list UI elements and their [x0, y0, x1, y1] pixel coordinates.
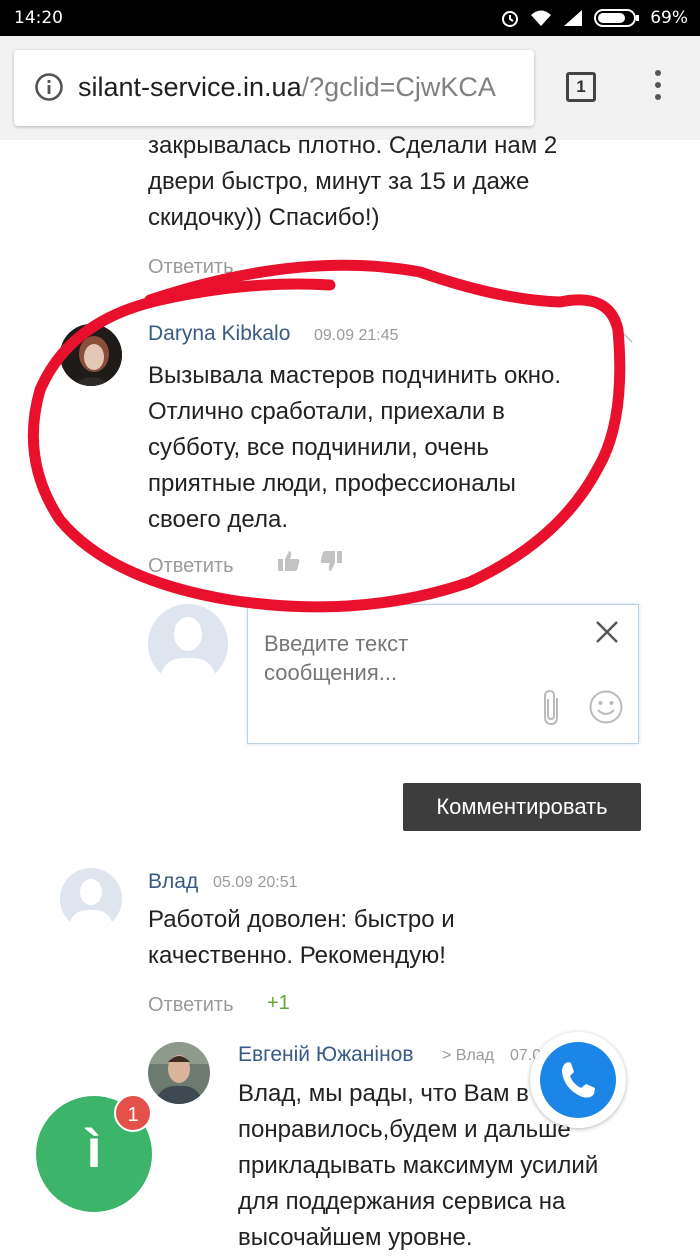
text-line: приятные люди, профессионалы [148, 470, 516, 497]
text-line: скидочку)) Спасибо!) [148, 204, 380, 231]
comment-date: 09.09 21:45 [314, 327, 399, 344]
placeholder-line: Введите текст [264, 631, 409, 656]
status-bar: 14:20 69% [0, 0, 700, 36]
text-line: Отлично сработали, приехали в [148, 398, 505, 425]
comment-author[interactable]: Евгеній Южанінов [238, 1043, 414, 1067]
avatar[interactable] [148, 1042, 210, 1104]
comment-body: Вызывала мастеров подчинить окно. Отличн… [148, 358, 561, 538]
text-line: для поддержания сервиса на [238, 1188, 566, 1215]
thumbs-up-icon[interactable] [276, 548, 302, 574]
close-icon[interactable] [594, 619, 620, 645]
collapse-icon[interactable] [614, 330, 634, 344]
signal-icon [564, 10, 583, 26]
tab-switcher-button[interactable]: 1 [566, 72, 596, 102]
call-button[interactable] [530, 1032, 626, 1128]
vote-count: +1 [267, 992, 290, 1014]
url-domain: silant-service.in.ua [78, 72, 302, 102]
call-button-face [540, 1042, 616, 1118]
avatar-photo [148, 1042, 210, 1104]
placeholder-line: сообщения... [264, 660, 398, 685]
reply-link[interactable]: Ответить [148, 994, 234, 1017]
prev-comment-body: закрывалась плотно. Сделали нам 2 двери … [148, 128, 557, 236]
avatar[interactable] [60, 868, 122, 930]
battery-icon [594, 9, 640, 27]
wifi-icon [531, 10, 552, 26]
prev-reply-link[interactable]: Ответить [148, 256, 234, 279]
reply-to-label: > Влад [442, 1047, 495, 1064]
comment-body: Работой доволен: быстро и качественно. Р… [148, 902, 455, 974]
text-line: Работой доволен: быстро и [148, 906, 455, 933]
reply-placeholder: Введите текст сообщения... [264, 629, 564, 687]
url-text[interactable]: silant-service.in.ua/?gclid=CjwKCA [78, 72, 528, 103]
alarm-icon [502, 11, 519, 27]
user-placeholder-icon [60, 868, 122, 930]
current-user-avatar [148, 604, 228, 684]
reply-link[interactable]: Ответить [148, 555, 234, 578]
battery-level: 69% [650, 8, 688, 28]
text-line: Вызывала мастеров подчинить окно. [148, 362, 562, 389]
text-line: субботу, все подчинили, очень [148, 434, 489, 461]
text-line: прикладывать максимум усилий [238, 1152, 599, 1179]
text-line: высочайшем уровне. [238, 1224, 473, 1251]
overflow-menu-icon[interactable] [652, 70, 664, 106]
notification-badge: 1 [114, 1094, 152, 1132]
comment-date: 05.09 20:51 [213, 874, 298, 891]
text-line: своего дела. [148, 506, 288, 533]
browser-toolbar: silant-service.in.ua/?gclid=CjwKCA 1 [0, 36, 700, 140]
avatar-photo [60, 324, 122, 386]
submit-comment-button[interactable]: Комментировать [403, 783, 641, 831]
emoji-icon[interactable] [588, 689, 624, 725]
thumbs-down-icon[interactable] [318, 548, 344, 574]
attach-icon[interactable] [538, 689, 566, 727]
url-query: /?gclid=CjwKCA [301, 72, 496, 102]
user-placeholder-icon [148, 604, 228, 684]
status-time: 14:20 [14, 8, 63, 28]
text-line: двери быстро, минут за 15 и даже [148, 168, 530, 195]
avatar[interactable] [60, 324, 122, 386]
comment-author[interactable]: Влад [148, 870, 198, 894]
reply-input[interactable]: Введите текст сообщения... [247, 604, 639, 744]
text-line: качественно. Рекомендую! [148, 942, 446, 969]
text-line: закрывалась плотно. Сделали нам 2 [148, 132, 558, 159]
info-icon[interactable] [34, 72, 64, 102]
address-bar[interactable]: silant-service.in.ua/?gclid=CjwKCA [14, 50, 534, 126]
comment-author[interactable]: Daryna Kibkalo [148, 322, 290, 346]
phone-icon [562, 1062, 595, 1098]
